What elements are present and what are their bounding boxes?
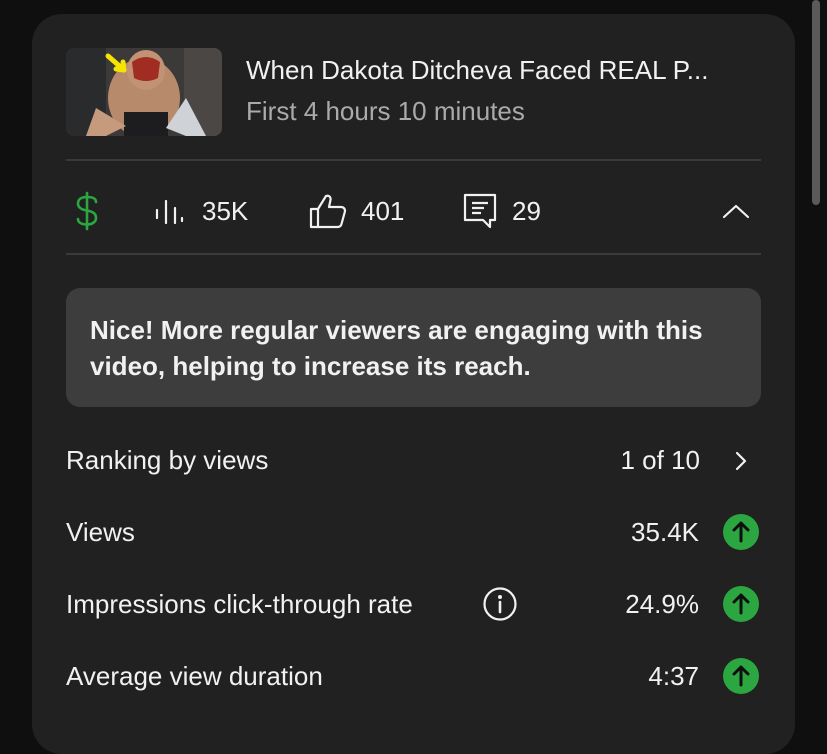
- trend-up-badge: [723, 586, 759, 622]
- views-stat[interactable]: 35K: [154, 186, 248, 236]
- collapse-button[interactable]: [722, 186, 750, 236]
- info-icon[interactable]: [482, 586, 518, 622]
- metric-label: Average view duration: [66, 661, 323, 691]
- likes-count: 401: [361, 195, 405, 226]
- views-count: 35K: [202, 195, 249, 226]
- stats-row: 35K 401 29: [66, 186, 761, 236]
- arrow-up-icon: [732, 665, 750, 687]
- likes-stat[interactable]: 401: [308, 186, 404, 236]
- metric-label: Views: [66, 517, 135, 547]
- arrow-up-icon: [732, 521, 750, 543]
- comments-count: 29: [512, 195, 541, 226]
- video-title[interactable]: When Dakota Ditcheva Faced REAL P...: [246, 55, 708, 86]
- video-thumbnail[interactable]: [66, 48, 222, 136]
- divider-top: [66, 159, 761, 161]
- trend-up-badge: [723, 514, 759, 550]
- dollar-sign-icon: [76, 191, 98, 231]
- thumbs-up-icon: [309, 194, 347, 229]
- metric-value: 4:37: [648, 661, 699, 691]
- metric-value: 1 of 10: [620, 445, 700, 475]
- chevron-up-icon: [722, 204, 750, 219]
- metric-label: Impressions click-through rate: [66, 589, 413, 619]
- bar-chart-icon: [155, 199, 184, 225]
- engagement-notice: Nice! More regular viewers are engaging …: [66, 288, 761, 407]
- page-scrollbar[interactable]: [812, 0, 820, 205]
- chevron-right-icon[interactable]: [734, 450, 748, 472]
- divider-bottom: [66, 253, 761, 255]
- thumbnail-image: [66, 48, 222, 136]
- metric-value: 24.9%: [625, 589, 699, 619]
- metric-value: 35.4K: [631, 517, 699, 547]
- monetization-status[interactable]: [74, 186, 100, 236]
- metric-label: Ranking by views: [66, 445, 269, 475]
- trend-up-badge: [723, 658, 759, 694]
- video-period: First 4 hours 10 minutes: [246, 96, 525, 126]
- comments-stat[interactable]: 29: [462, 186, 541, 236]
- arrow-up-icon: [732, 593, 750, 615]
- notice-text: Nice! More regular viewers are engaging …: [90, 315, 703, 381]
- comment-icon: [463, 193, 497, 229]
